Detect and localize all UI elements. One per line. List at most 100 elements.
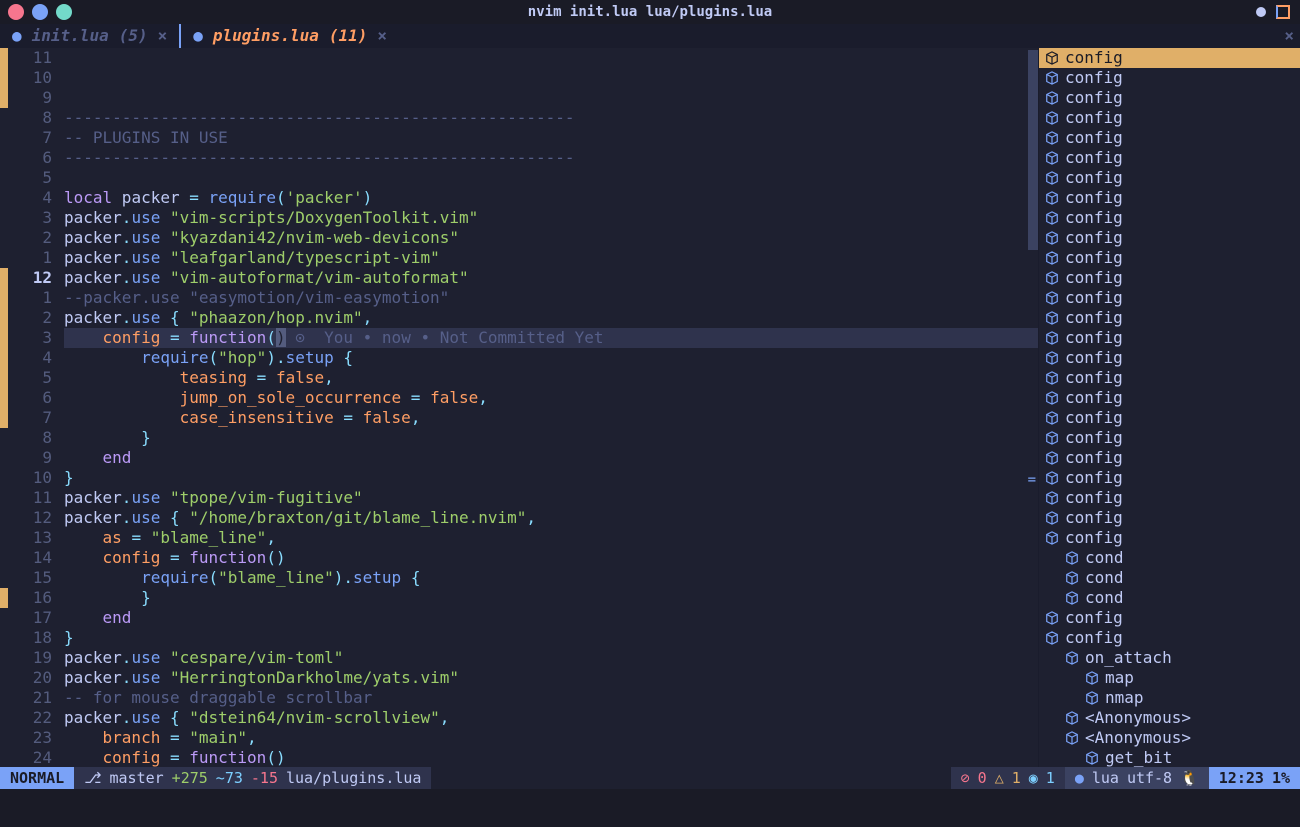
code-line[interactable]: packer.use { "phaazon/hop.nvim",: [64, 308, 1038, 328]
code-line[interactable]: teasing = false,: [64, 368, 1038, 388]
outline-item[interactable]: config: [1039, 168, 1300, 188]
tab-close-icon[interactable]: ×: [377, 26, 387, 46]
editor[interactable]: 1110987654321121234567891011121314151617…: [0, 48, 1038, 767]
outline-item[interactable]: config: [1039, 48, 1300, 68]
maximize-icon[interactable]: [56, 4, 72, 20]
outline-item[interactable]: config: [1039, 408, 1300, 428]
os-icon: 🐧: [1180, 768, 1199, 788]
code-line[interactable]: packer.use { "/home/braxton/git/blame_li…: [64, 508, 1038, 528]
outline-label: <Anonymous>: [1085, 708, 1191, 728]
outline-item[interactable]: config: [1039, 248, 1300, 268]
outline-item[interactable]: cond: [1039, 548, 1300, 568]
code-line[interactable]: config = function(): [64, 548, 1038, 568]
code-line[interactable]: end: [64, 448, 1038, 468]
tab-init-lua[interactable]: ● init.lua (5) ×: [0, 24, 179, 48]
code-line[interactable]: -- PLUGINS IN USE: [64, 128, 1038, 148]
outline-item[interactable]: config: [1039, 108, 1300, 128]
scrollbar[interactable]: [1028, 50, 1038, 250]
symbol-icon: [1045, 631, 1059, 645]
diff-removed: -15: [251, 768, 278, 788]
code-line[interactable]: packer.use "vim-autoformat/vim-autoforma…: [64, 268, 1038, 288]
code-line[interactable]: require("hop").setup {: [64, 348, 1038, 368]
outline-item[interactable]: config: [1039, 348, 1300, 368]
outline-item[interactable]: on_attach: [1039, 648, 1300, 668]
tab-filename: init.lua: [32, 26, 109, 46]
outline-item[interactable]: config: [1039, 428, 1300, 448]
minimize-icon[interactable]: [32, 4, 48, 20]
code-line[interactable]: [64, 168, 1038, 188]
code-line[interactable]: case_insensitive = false,: [64, 408, 1038, 428]
code-line[interactable]: ----------------------------------------…: [64, 108, 1038, 128]
code-line[interactable]: }: [64, 468, 1038, 488]
code-line[interactable]: }: [64, 628, 1038, 648]
line-number: 1: [8, 288, 52, 308]
lua-icon: ●: [12, 26, 22, 46]
outline-item[interactable]: config: [1039, 528, 1300, 548]
outline-item[interactable]: config: [1039, 148, 1300, 168]
line-number: 6: [8, 388, 52, 408]
code-line[interactable]: require("blame_line").setup {: [64, 568, 1038, 588]
code-line[interactable]: -- for mouse draggable scrollbar: [64, 688, 1038, 708]
code-line[interactable]: packer.use { "dstein64/nvim-scrollview",: [64, 708, 1038, 728]
outline-item[interactable]: config: [1039, 628, 1300, 648]
outline-item[interactable]: config: [1039, 288, 1300, 308]
outline-item[interactable]: get_bit: [1039, 748, 1300, 767]
code-line[interactable]: packer.use "HerringtonDarkholme/yats.vim…: [64, 668, 1038, 688]
code-line[interactable]: packer.use "kyazdani42/nvim-web-devicons…: [64, 228, 1038, 248]
line-number: 4: [8, 348, 52, 368]
code-line[interactable]: jump_on_sole_occurrence = false,: [64, 388, 1038, 408]
outline-item[interactable]: config: [1039, 488, 1300, 508]
line-number: 2: [8, 228, 52, 248]
outline-item[interactable]: nmap: [1039, 688, 1300, 708]
code-line[interactable]: packer.use "cespare/vim-toml": [64, 648, 1038, 668]
code-line[interactable]: config = function() ⊙ You • now • Not Co…: [64, 328, 1038, 348]
git-change-sign: [0, 268, 8, 288]
code-line[interactable]: as = "blame_line",: [64, 528, 1038, 548]
outline-item[interactable]: config: [1039, 468, 1300, 488]
outline-item[interactable]: <Anonymous>: [1039, 708, 1300, 728]
close-icon[interactable]: [8, 4, 24, 20]
outline-item[interactable]: config: [1039, 308, 1300, 328]
git-segment: ⎇ master +275 ~73 -15 lua/plugins.lua: [74, 767, 431, 789]
outline-item[interactable]: config: [1039, 328, 1300, 348]
outline-item[interactable]: cond: [1039, 588, 1300, 608]
code-line[interactable]: config = function(): [64, 748, 1038, 767]
outline-item[interactable]: config: [1039, 268, 1300, 288]
outline-item[interactable]: config: [1039, 188, 1300, 208]
outline-item[interactable]: config: [1039, 68, 1300, 88]
tabline-close-icon[interactable]: ×: [1284, 26, 1294, 46]
code-line[interactable]: ----------------------------------------…: [64, 148, 1038, 168]
outline-label: get_bit: [1105, 748, 1172, 767]
outline-item[interactable]: config: [1039, 608, 1300, 628]
outline-item[interactable]: config: [1039, 208, 1300, 228]
code-area[interactable]: ----------------------------------------…: [64, 48, 1038, 767]
symbol-icon: [1045, 611, 1059, 625]
code-line[interactable]: end: [64, 608, 1038, 628]
outline-item[interactable]: config: [1039, 228, 1300, 248]
outline-item[interactable]: config: [1039, 388, 1300, 408]
symbols-outline[interactable]: configconfigconfigconfigconfigconfigconf…: [1038, 48, 1300, 767]
code-line[interactable]: --packer.use "easymotion/vim-easymotion": [64, 288, 1038, 308]
code-line[interactable]: packer.use "tpope/vim-fugitive": [64, 488, 1038, 508]
outline-item[interactable]: cond: [1039, 568, 1300, 588]
outline-item[interactable]: config: [1039, 128, 1300, 148]
outline-item[interactable]: config: [1039, 88, 1300, 108]
code-line[interactable]: packer.use "vim-scripts/DoxygenToolkit.v…: [64, 208, 1038, 228]
git-change-sign: [0, 408, 8, 428]
code-line[interactable]: local packer = require('packer'): [64, 188, 1038, 208]
outline-item[interactable]: <Anonymous>: [1039, 728, 1300, 748]
code-line[interactable]: }: [64, 428, 1038, 448]
diff-added: +275: [172, 768, 208, 788]
code-line[interactable]: }: [64, 588, 1038, 608]
tab-plugins-lua[interactable]: ● plugins.lua (11) ×: [181, 24, 399, 48]
code-line[interactable]: packer.use "leafgarland/typescript-vim": [64, 248, 1038, 268]
command-area[interactable]: [0, 789, 1300, 827]
code-line[interactable]: branch = "main",: [64, 728, 1038, 748]
outline-item[interactable]: config: [1039, 508, 1300, 528]
outline-item[interactable]: config: [1039, 368, 1300, 388]
outline-item[interactable]: config: [1039, 448, 1300, 468]
git-change-sign: [0, 308, 8, 328]
outline-item[interactable]: map: [1039, 668, 1300, 688]
tab-close-icon[interactable]: ×: [158, 26, 168, 46]
outline-label: <Anonymous>: [1085, 728, 1191, 748]
